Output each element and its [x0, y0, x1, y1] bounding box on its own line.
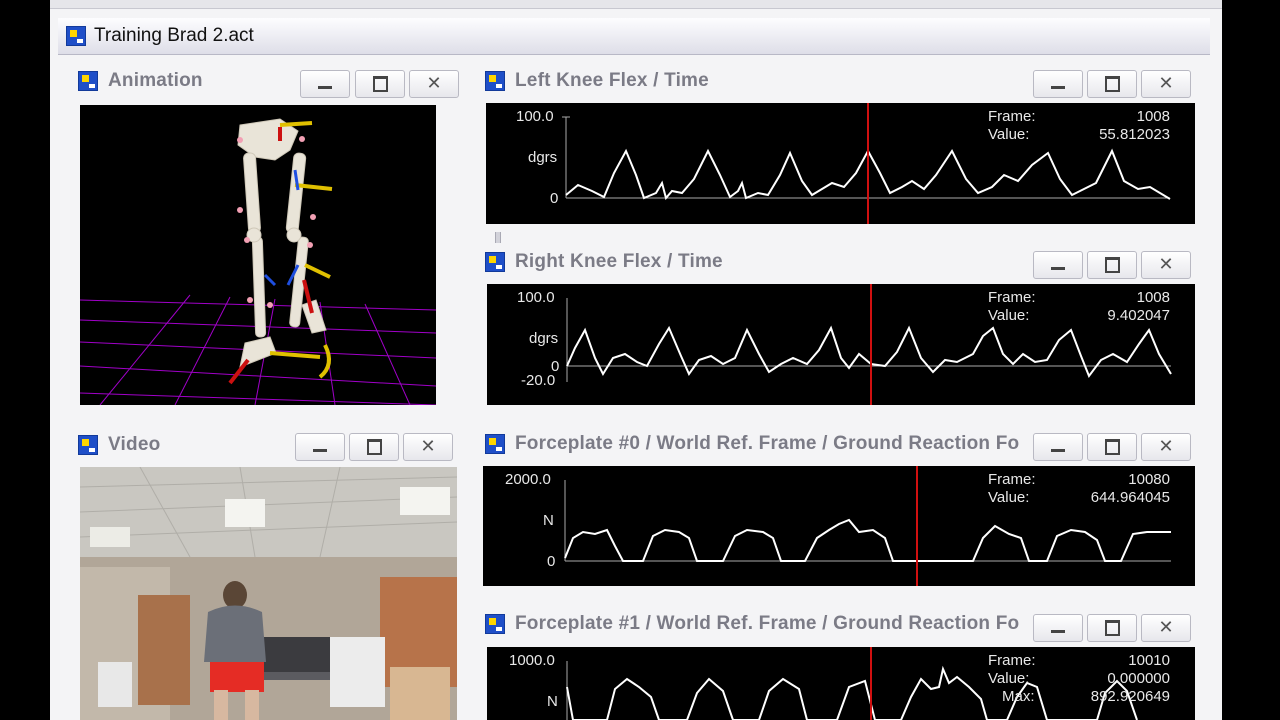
right-knee-frame-label: Frame: [988, 289, 1036, 306]
minimize-icon [313, 448, 327, 452]
animation-viewport[interactable] [80, 105, 436, 405]
maximize-icon [366, 439, 382, 455]
forceplate-0-close-button[interactable]: ✕ [1141, 433, 1191, 461]
left-knee-plot[interactable]: 100.0 dgrs 0 Frame: 1008 Value: 55.81202… [486, 103, 1195, 224]
animation-maximize-button[interactable] [355, 70, 405, 98]
forceplate-1-max-label: Max: [1002, 688, 1035, 705]
video-title: Video [108, 434, 161, 455]
forceplate-0-title: Forceplate #0 / World Ref. Frame / Groun… [515, 433, 1020, 454]
right-knee-y-min: -20.0 [521, 372, 556, 389]
minimize-icon [1051, 266, 1065, 270]
forceplate-0-frame-label: Frame: [988, 471, 1036, 488]
app-window: Training Brad 2.act Animation ✕ Video ✕ … [50, 0, 1222, 720]
animation-close-button[interactable]: ✕ [409, 70, 459, 98]
maximize-icon [1104, 257, 1120, 273]
right-knee-frame-value: 1008 [1136, 289, 1170, 306]
right-knee-value-label: Value: [988, 307, 1030, 324]
animation-minimize-button[interactable] [300, 70, 350, 98]
right-knee-title: Right Knee Flex / Time [515, 251, 723, 272]
forceplate-0-maximize-button[interactable] [1087, 433, 1137, 461]
left-knee-y-max: 100.0 [516, 108, 554, 125]
left-knee-y-zero: 0 [550, 190, 559, 207]
maximize-icon [1104, 439, 1120, 455]
forceplate-1-y-max: 1000.0 [509, 652, 555, 669]
forceplate-0-unit: N [543, 512, 554, 529]
forceplate-1-plot[interactable]: 1000.0 N Frame: 10010 Value: 0.000000 Ma… [487, 647, 1195, 720]
right-knee-unit: dgrs [529, 330, 559, 347]
forceplate-0-frame-value: 10080 [1128, 471, 1170, 488]
forceplate-1-value-label: Value: [988, 670, 1030, 687]
right-knee-minimize-button[interactable] [1033, 251, 1083, 279]
forceplate-0-value-value: 644.964045 [1090, 489, 1170, 506]
right-knee-value-value: 9.402047 [1107, 307, 1170, 324]
skeleton-scene [80, 118, 436, 405]
app-window-icon [78, 435, 98, 455]
left-knee-frame-value: 1008 [1136, 108, 1170, 125]
forceplate-0-y-zero: 0 [547, 553, 556, 570]
maximize-icon [1104, 76, 1120, 92]
close-icon: ✕ [1158, 436, 1174, 457]
minimize-icon [1051, 448, 1065, 452]
skeleton-legs [237, 118, 327, 368]
minimize-icon [1051, 85, 1065, 89]
close-icon: ✕ [1158, 617, 1174, 638]
app-window-icon [485, 252, 505, 272]
forceplate-1-frame-value: 10010 [1128, 652, 1170, 669]
forceplate-1-unit: N [547, 693, 558, 710]
forceplate-1-maximize-button[interactable] [1087, 614, 1137, 642]
forceplate-1-max-value: 892.920649 [1090, 688, 1170, 705]
document-title: Training Brad 2.act [94, 25, 254, 46]
forceplate-1-frame-label: Frame: [988, 652, 1036, 669]
video-close-button[interactable]: ✕ [403, 433, 453, 461]
maximize-icon [372, 76, 388, 92]
left-knee-title: Left Knee Flex / Time [515, 70, 709, 91]
app-window-icon [485, 71, 505, 91]
right-knee-close-button[interactable]: ✕ [1141, 251, 1191, 279]
forceplate-0-minimize-button[interactable] [1033, 433, 1083, 461]
forceplate-1-value-value: 0.000000 [1107, 670, 1170, 687]
forceplate-1-title: Forceplate #1 / World Ref. Frame / Groun… [515, 613, 1020, 634]
close-icon: ✕ [1158, 254, 1174, 275]
minimize-icon [1051, 629, 1065, 633]
left-knee-maximize-button[interactable] [1087, 70, 1137, 98]
right-knee-plot[interactable]: 100.0 dgrs 0 -20.0 Frame: 1008 Value: 9.… [487, 284, 1195, 405]
forceplate-0-plot[interactable]: 2000.0 N 0 Frame: 10080 Value: 644.96404… [483, 466, 1195, 586]
app-window-icon [485, 434, 505, 454]
video-minimize-button[interactable] [295, 433, 345, 461]
left-knee-value-value: 55.812023 [1099, 126, 1170, 143]
video-scene [80, 467, 457, 720]
forceplate-0-value-label: Value: [988, 489, 1030, 506]
forceplate-0-y-max: 2000.0 [505, 471, 551, 488]
forceplate-1-close-button[interactable]: ✕ [1141, 614, 1191, 642]
left-knee-close-button[interactable]: ✕ [1141, 70, 1191, 98]
close-icon: ✕ [420, 436, 436, 457]
right-knee-maximize-button[interactable] [1087, 251, 1137, 279]
close-icon: ✕ [1158, 73, 1174, 94]
right-knee-y-max: 100.0 [517, 289, 555, 306]
animation-title: Animation [108, 70, 203, 91]
forceplate-1-minimize-button[interactable] [1033, 614, 1083, 642]
app-window-icon [485, 614, 505, 634]
maximize-icon [1104, 620, 1120, 636]
left-knee-minimize-button[interactable] [1033, 70, 1083, 98]
document-titlebar[interactable]: Training Brad 2.act [58, 18, 1210, 55]
left-knee-unit: dgrs [528, 149, 558, 166]
left-knee-value-label: Value: [988, 126, 1030, 143]
video-maximize-button[interactable] [349, 433, 399, 461]
close-icon: ✕ [426, 73, 442, 94]
outer-window-edge [50, 0, 1222, 9]
left-knee-frame-label: Frame: [988, 108, 1036, 125]
app-window-icon [66, 26, 86, 46]
minimize-icon [318, 85, 332, 89]
app-window-icon [78, 71, 98, 91]
video-frame[interactable] [80, 467, 457, 720]
